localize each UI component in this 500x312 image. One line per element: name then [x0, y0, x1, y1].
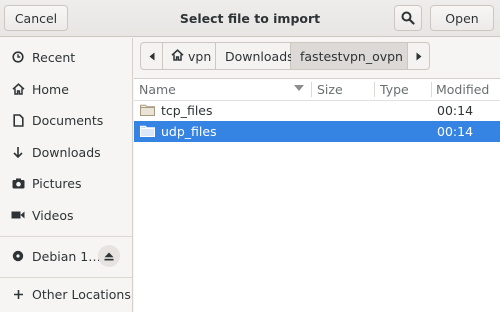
file-name: udp_files [161, 124, 217, 139]
sidebar-item-label: Videos [32, 207, 74, 223]
disk-icon [11, 250, 25, 262]
breadcrumb-vpn[interactable]: vpn [163, 43, 216, 69]
search-button[interactable] [394, 5, 422, 31]
clock-icon [11, 51, 25, 63]
dialog-title: Select file to import [179, 11, 321, 26]
sort-descending-icon [294, 85, 304, 91]
breadcrumb-downloads[interactable]: Downloads [216, 43, 294, 69]
sidebar-item-label: Home [32, 81, 69, 97]
breadcrumb-label: vpn [188, 48, 212, 64]
breadcrumb-label: Downloads [225, 48, 294, 64]
breadcrumb-fastestvpn-ovpn[interactable]: fastestvpn_ovpn [291, 43, 407, 69]
download-icon [11, 146, 25, 159]
sidebar-item-debian[interactable]: Debian 1… [0, 241, 133, 271]
file-modified: 00:14 [437, 124, 474, 139]
sidebar-item-other-locations[interactable]: Other Locations [0, 279, 133, 309]
sidebar-item-recent[interactable]: Recent [0, 42, 133, 72]
scroll-right-button[interactable] [407, 43, 429, 69]
path-bar: vpn Downloads fastestvpn_ovpn [134, 38, 500, 78]
column-header-size[interactable]: Size [317, 79, 343, 100]
sidebar-item-pictures[interactable]: Pictures [0, 168, 133, 198]
places-sidebar: Recent Home Documents Downloads Pictures… [0, 38, 133, 312]
sidebar-item-label: Other Locations [32, 286, 131, 302]
file-modified: 00:14 [437, 103, 474, 118]
chevron-left-icon [149, 52, 154, 60]
home-icon [11, 83, 25, 95]
sidebar-item-videos[interactable]: Videos [0, 200, 133, 230]
folder-icon [140, 125, 155, 137]
video-icon [11, 210, 25, 220]
sidebar-item-downloads[interactable]: Downloads [0, 137, 133, 167]
sidebar-separator [0, 236, 132, 237]
sidebar-separator [0, 277, 132, 278]
folder-icon [140, 104, 155, 116]
column-header-modified[interactable]: Modified [436, 79, 489, 100]
open-button[interactable]: Open [430, 5, 494, 31]
breadcrumb-label: fastestvpn_ovpn [300, 48, 403, 64]
file-name: tcp_files [161, 103, 213, 118]
sidebar-item-label: Debian 1… [32, 248, 101, 264]
file-row-tcp-files[interactable]: tcp_files 00:14 [134, 100, 500, 121]
scroll-left-button[interactable] [141, 43, 163, 69]
sidebar-item-documents[interactable]: Documents [0, 105, 133, 135]
header-bar: Cancel Select file to import Open [0, 0, 500, 37]
document-icon [11, 113, 25, 127]
column-header-type[interactable]: Type [380, 79, 409, 100]
home-icon [171, 48, 184, 64]
file-list: Name Size Type Modified tcp_files 00:14 … [134, 78, 500, 312]
sidebar-item-label: Downloads [32, 144, 101, 160]
plus-icon [11, 289, 25, 300]
eject-icon[interactable] [98, 245, 120, 267]
column-header-name[interactable]: Name [139, 79, 176, 100]
sidebar-item-label: Pictures [32, 175, 82, 191]
file-row-udp-files[interactable]: udp_files 00:14 [134, 121, 500, 142]
column-separator [311, 82, 312, 97]
search-icon [401, 11, 415, 25]
column-separator [431, 82, 432, 97]
column-separator [374, 82, 375, 97]
breadcrumb: vpn Downloads fastestvpn_ovpn [140, 42, 430, 70]
sidebar-item-label: Documents [32, 112, 104, 128]
sidebar-item-label: Recent [32, 49, 76, 65]
sidebar-item-home[interactable]: Home [0, 74, 133, 104]
chevron-right-icon [416, 52, 421, 60]
camera-icon [11, 178, 25, 189]
cancel-button[interactable]: Cancel [4, 5, 68, 31]
